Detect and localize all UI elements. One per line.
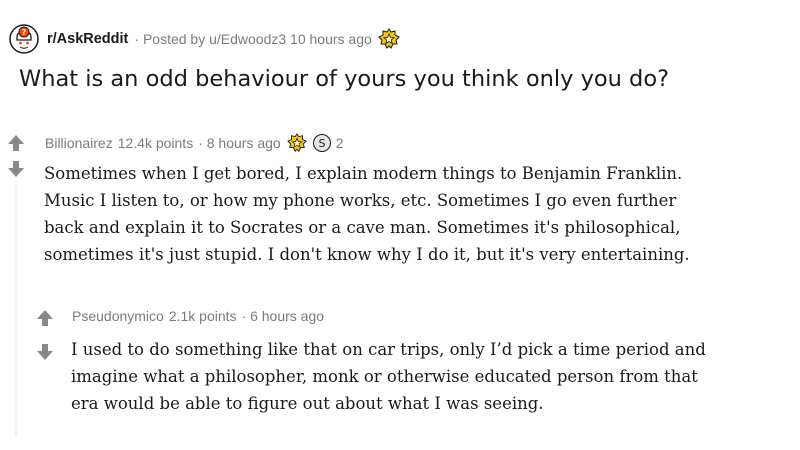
comment-line: Music I listen to, or how my phone works… — [44, 191, 677, 210]
post-title[interactable]: What is an odd behaviour of yours you th… — [19, 64, 789, 94]
comment-meta: Pseudonymico 2.1k points · 6 hours ago — [72, 306, 324, 326]
post-header: ? r/AskReddit · Posted by u/Edwoodz3 10 … — [8, 23, 400, 55]
comment-author[interactable]: Billionairez — [45, 135, 113, 151]
comment-body: Sometimes when I get bored, I explain mo… — [44, 160, 794, 268]
gold-award-icon — [377, 28, 400, 49]
comment-points: 12.4k points — [117, 135, 194, 151]
comment-line: back and explain it to Socrates or a cav… — [44, 218, 681, 237]
comment-meta: Billionairez 12.4k points · 8 hours ago … — [45, 133, 344, 153]
comment-line: sometimes it's just stupid. I don't know… — [44, 245, 690, 264]
askreddit-icon[interactable]: ? — [8, 23, 40, 55]
silver-award-icon: S — [312, 134, 331, 152]
comment-body: I used to do something like that on car … — [71, 336, 796, 417]
comment-time: · 6 hours ago — [241, 308, 325, 324]
svg-text:?: ? — [22, 28, 27, 37]
downvote-arrow-icon[interactable] — [35, 342, 55, 362]
upvote-arrow-icon[interactable] — [6, 133, 26, 153]
subreddit-name[interactable]: r/AskReddit — [47, 31, 128, 47]
svg-text:S: S — [318, 137, 325, 150]
award-count: 2 — [335, 135, 344, 151]
gold-award-icon — [286, 133, 307, 152]
comment-points: 2.1k points — [168, 308, 237, 324]
downvote-arrow-icon[interactable] — [6, 159, 26, 179]
comment-line: imagine what a philosopher, monk or othe… — [71, 367, 698, 386]
comment-line: Sometimes when I get bored, I explain mo… — [44, 164, 683, 183]
comment-author[interactable]: Pseudonymico — [72, 308, 164, 324]
thread-line[interactable] — [15, 185, 17, 435]
post-meta: · Posted by u/Edwoodz3 10 hours ago — [134, 31, 372, 47]
upvote-arrow-icon[interactable] — [35, 308, 55, 328]
comment-line: I used to do something like that on car … — [71, 340, 706, 359]
comment-time: · 8 hours ago — [198, 135, 281, 151]
comment-line: era would be able to figure out about wh… — [71, 394, 544, 413]
